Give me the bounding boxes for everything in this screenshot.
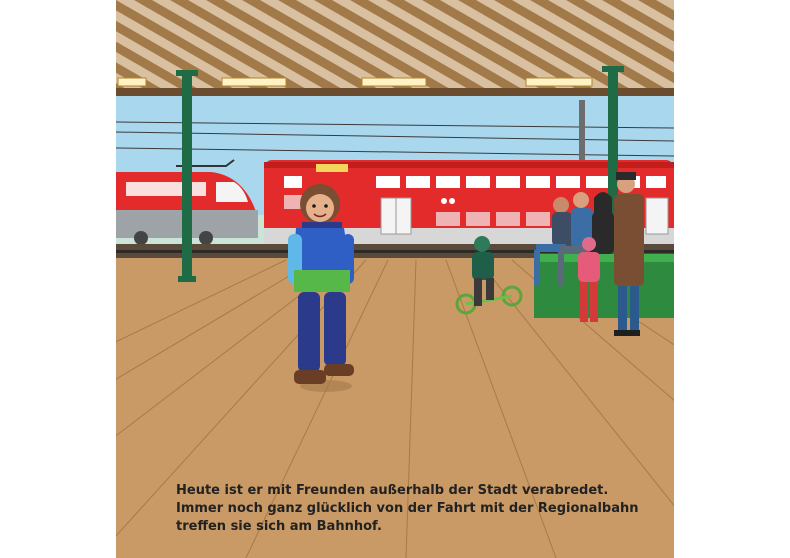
station-illustration [116,0,674,558]
book-page: Heute ist er mit Freunden außerhalb der … [116,0,674,558]
caption-line-2: Immer noch ganz glücklich von der Fahrt … [176,501,639,516]
caption-line-3: treffen sie sich am Bahnhof. [176,519,382,534]
caption-line-1: Heute ist er mit Freunden außerhalb der … [176,483,609,498]
story-caption: Heute ist er mit Freunden außerhalb der … [176,482,656,536]
catenary-mast [579,100,585,170]
green-bench [534,254,674,318]
bench-top [534,254,674,262]
